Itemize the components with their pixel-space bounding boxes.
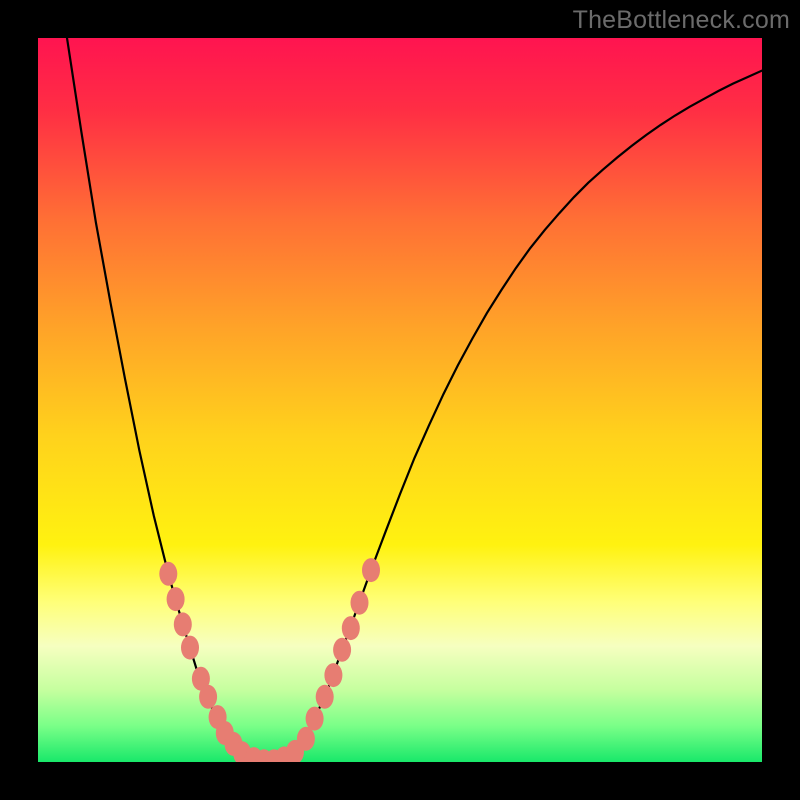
- chart-frame: TheBottleneck.com: [0, 0, 800, 800]
- curve-marker: [199, 685, 217, 709]
- curve-marker: [324, 663, 342, 687]
- watermark-text: TheBottleneck.com: [573, 6, 790, 35]
- curve-marker: [316, 685, 334, 709]
- chart-plot: [38, 38, 762, 762]
- curve-marker: [306, 707, 324, 731]
- curve-marker: [167, 587, 185, 611]
- plot-background: [38, 38, 762, 762]
- curve-marker: [362, 558, 380, 582]
- curve-marker: [159, 562, 177, 586]
- curve-marker: [342, 616, 360, 640]
- curve-marker: [174, 612, 192, 636]
- curve-marker: [333, 638, 351, 662]
- curve-marker: [297, 727, 315, 751]
- curve-marker: [181, 636, 199, 660]
- curve-marker: [351, 591, 369, 615]
